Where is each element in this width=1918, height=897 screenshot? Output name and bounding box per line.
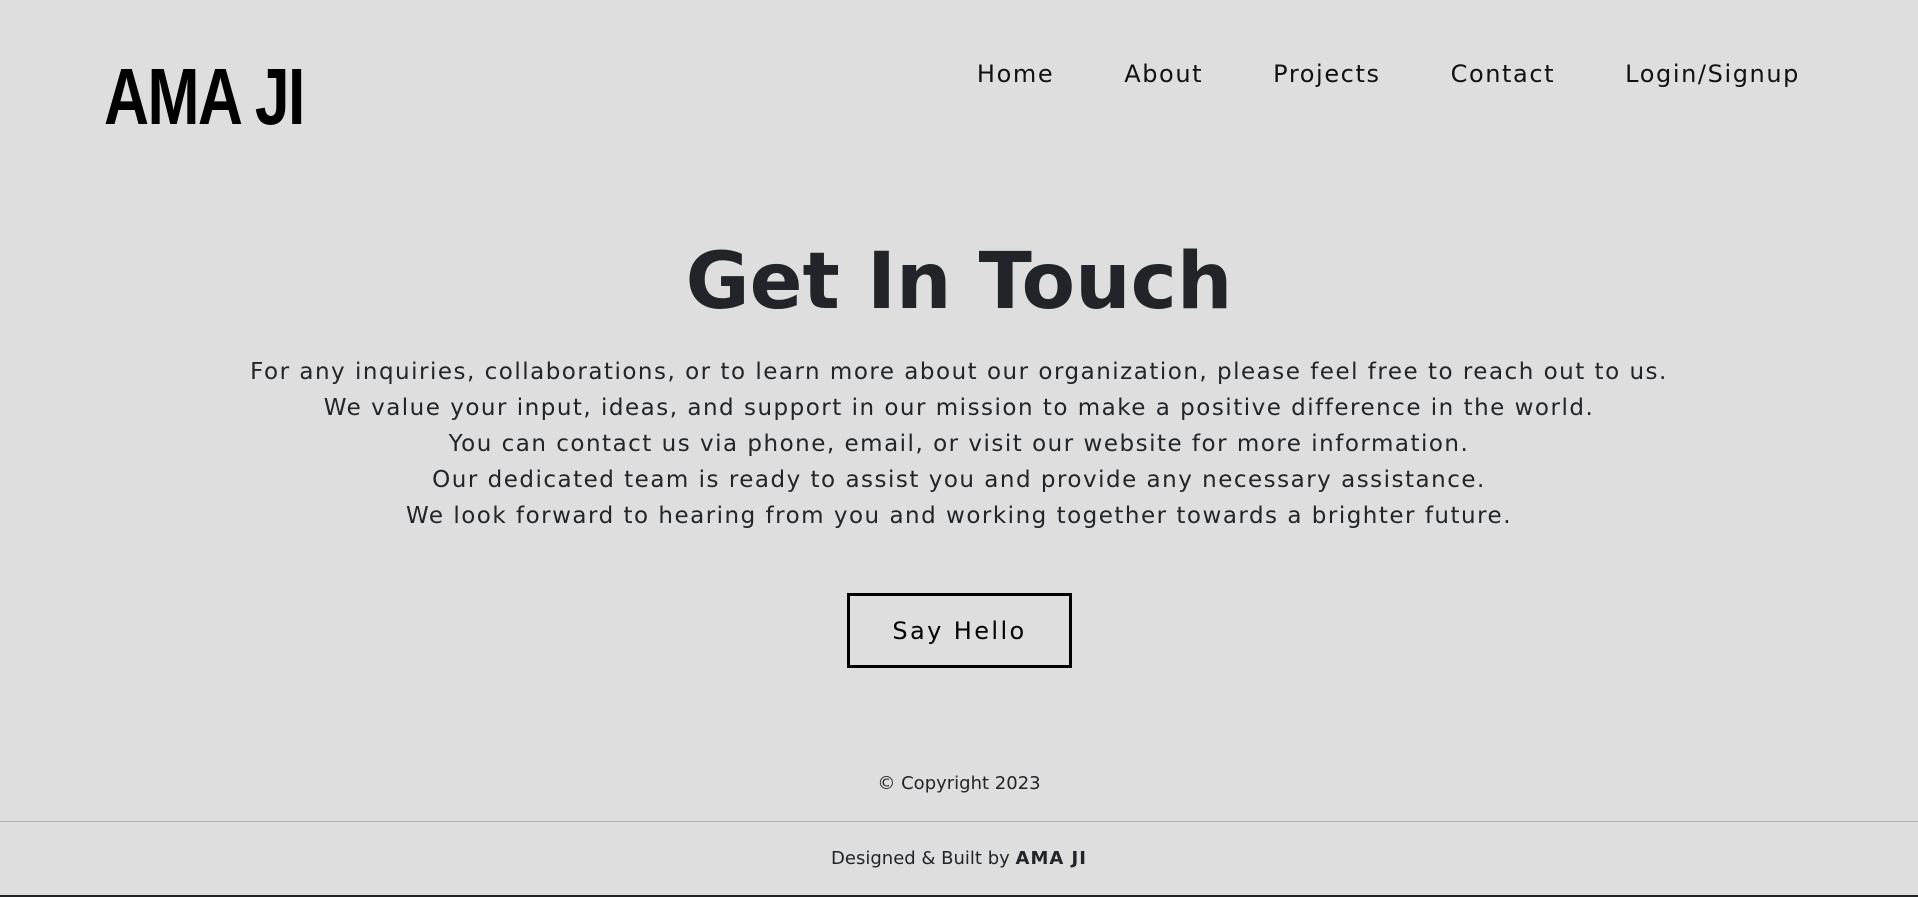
- page-title: Get In Touch: [685, 237, 1233, 327]
- contact-description: For any inquiries, collaborations, or to…: [0, 354, 1918, 534]
- nav-about-link[interactable]: About: [1124, 56, 1203, 92]
- site-header: AMA JI Home About Projects Contact Login…: [0, 0, 1918, 150]
- description-line: We look forward to hearing from you and …: [405, 503, 1513, 529]
- credit-prefix: Designed & Built by: [831, 848, 1016, 869]
- description-line: You can contact us via phone, email, or …: [448, 431, 1470, 457]
- footer-credit: Designed & Built by AMA JI: [0, 845, 1918, 873]
- description-line: Our dedicated team is ready to assist yo…: [432, 467, 1486, 493]
- nav-projects-link[interactable]: Projects: [1273, 56, 1380, 92]
- contact-section: Get In Touch For any inquiries, collabor…: [0, 232, 1918, 534]
- brand-logo[interactable]: AMA JI: [104, 52, 305, 142]
- description-line: For any inquiries, collaborations, or to…: [250, 359, 1668, 385]
- main-nav: Home About Projects Contact Login/Signup: [977, 56, 1800, 92]
- description-line: We value your input, ideas, and support …: [323, 395, 1595, 421]
- say-hello-button[interactable]: Say Hello: [847, 593, 1072, 668]
- nav-login-signup-link[interactable]: Login/Signup: [1625, 56, 1800, 92]
- nav-home-link[interactable]: Home: [977, 56, 1054, 92]
- nav-contact-link[interactable]: Contact: [1451, 56, 1556, 92]
- footer-divider: [0, 821, 1918, 822]
- copyright-text: © Copyright 2023: [877, 773, 1041, 794]
- credit-name: AMA JI: [1015, 848, 1087, 869]
